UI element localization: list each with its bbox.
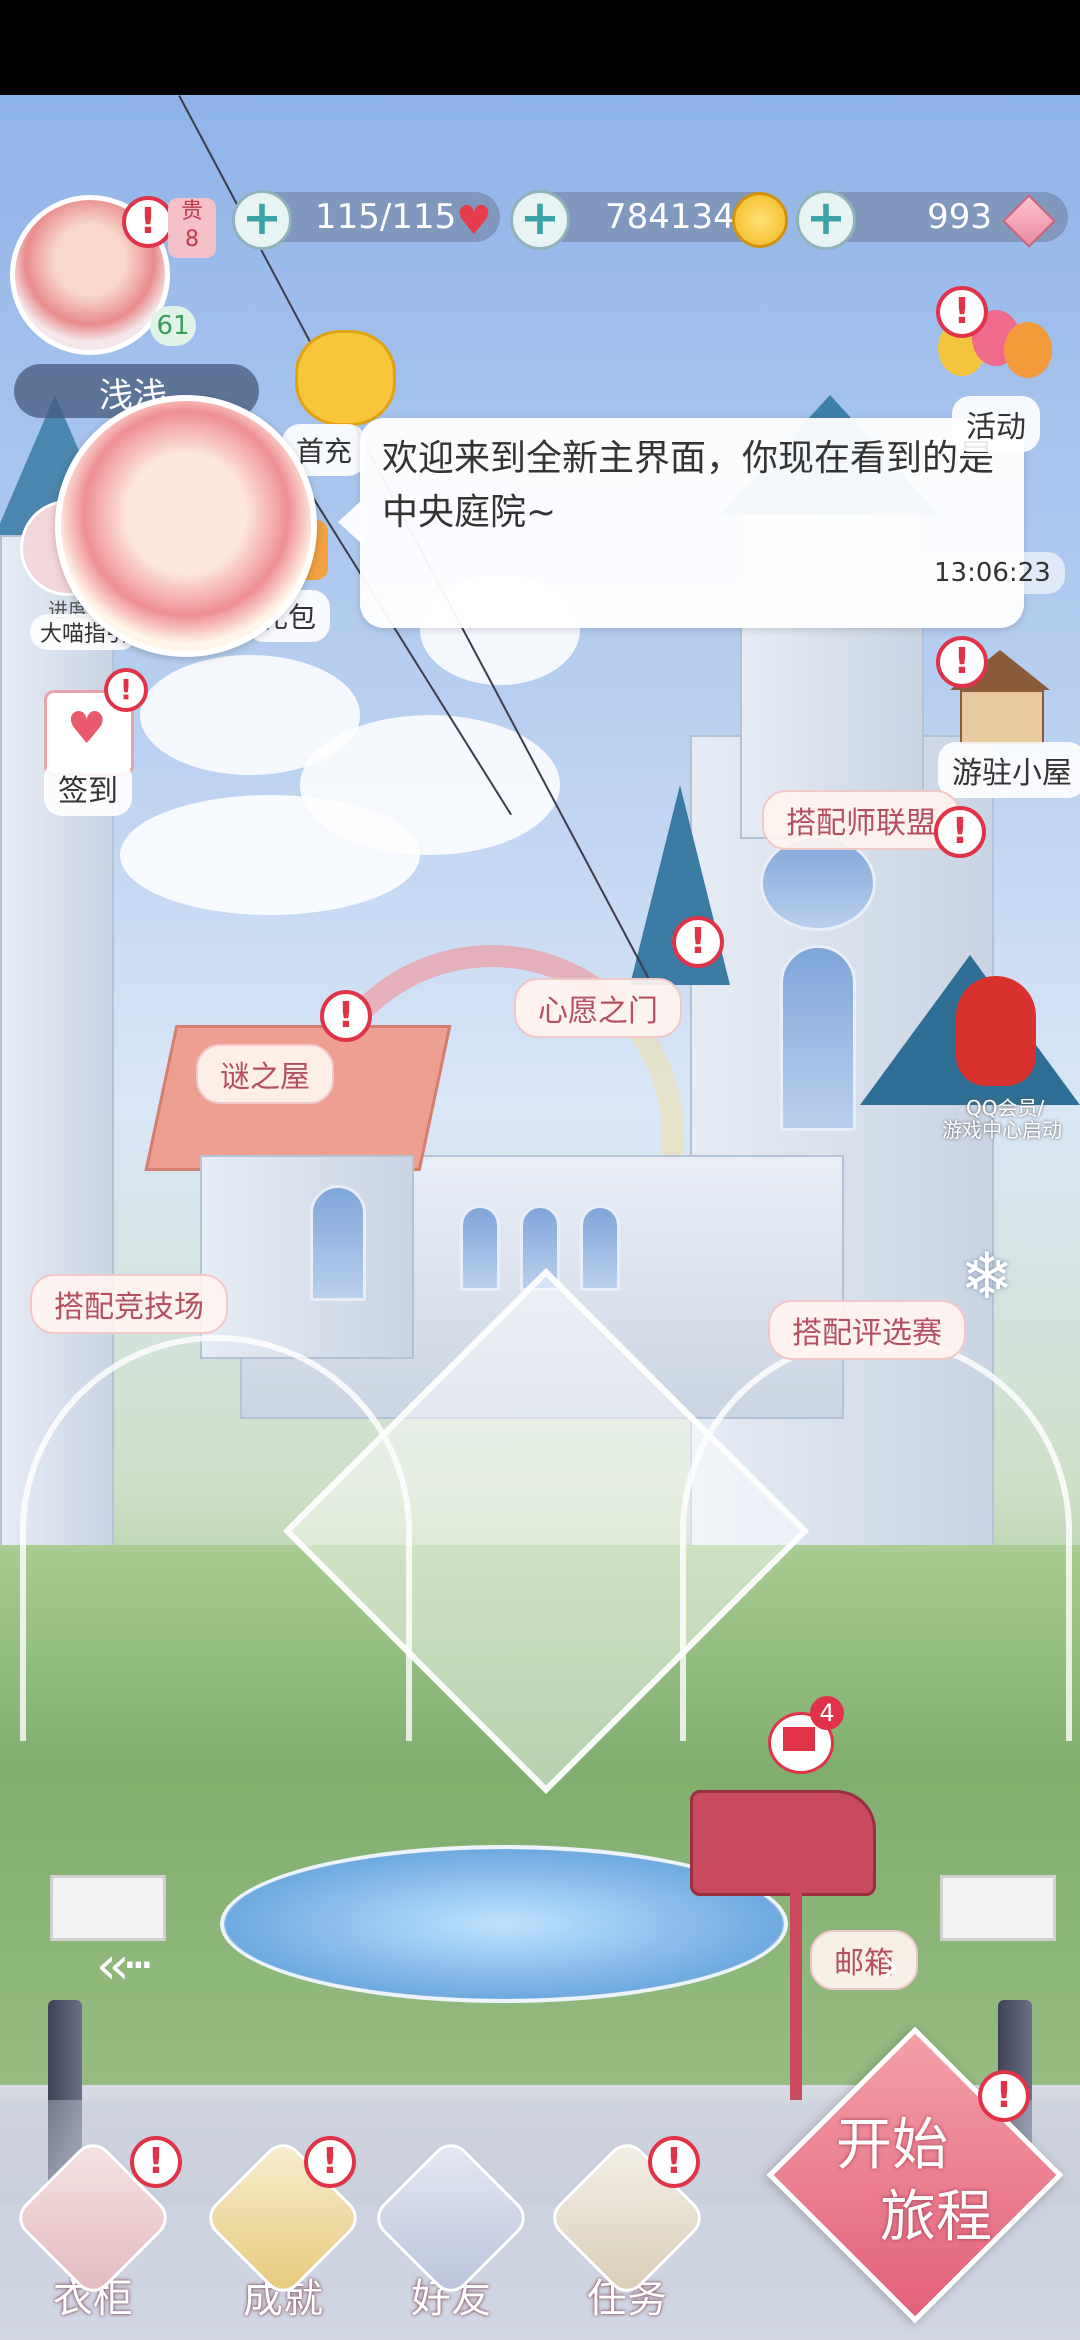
heart-icon: ♥: [456, 198, 492, 244]
scroll-left-chevron-icon[interactable]: ‹‹···: [96, 1936, 155, 1996]
stylist-union-alert-icon: !: [934, 806, 986, 858]
cabin-alert-icon: !: [936, 636, 988, 688]
tasks-alert-icon: !: [648, 2136, 700, 2188]
nav-friends[interactable]: 好友: [368, 2135, 534, 2322]
event-timer: 13:06:23: [920, 552, 1065, 594]
scroll-right-chevron-icon[interactable]: ›: [880, 1936, 901, 1996]
mystery-house-alert-icon: !: [320, 990, 372, 1042]
coin-icon: [732, 192, 788, 248]
signin-label[interactable]: 签到: [44, 760, 132, 816]
avatar-alert-icon: !: [122, 196, 174, 248]
activity-label[interactable]: 活动: [952, 396, 1040, 452]
start-journey-line1: 开始: [836, 2113, 948, 2178]
signin-alert-icon: !: [104, 668, 148, 712]
vip-label: 贵: [180, 199, 203, 224]
start-journey-line2: 旅程: [880, 2185, 992, 2250]
mail-count-badge: 4: [810, 1696, 844, 1730]
achievement-alert-icon: !: [304, 2136, 356, 2188]
vip-level: 8: [185, 227, 199, 252]
start-journey-alert-icon: !: [978, 2070, 1030, 2122]
player-level: 61: [150, 306, 196, 346]
snowflake-icon: ❄: [960, 1240, 1014, 1314]
dialog-bubble[interactable]: 欢迎来到全新主界面，你现在看到的是中央庭院~: [360, 418, 1024, 628]
qq-label-line2: 游戏中心启动: [942, 1118, 1062, 1142]
stamina-value: 115/115: [315, 197, 457, 237]
mailbox[interactable]: [690, 1790, 876, 1896]
selection-sign[interactable]: 搭配评选赛: [768, 1300, 966, 1360]
activity-alert-icon: !: [936, 286, 988, 338]
add-stamina-button[interactable]: +: [232, 190, 292, 250]
guide-avatar: [55, 395, 317, 657]
wish-gate-sign[interactable]: 心愿之门: [514, 978, 682, 1038]
arena-sign[interactable]: 搭配竞技场: [30, 1274, 228, 1334]
qq-penguin-icon[interactable]: [956, 976, 1036, 1086]
wish-gate-alert-icon: !: [672, 916, 724, 968]
gold-value: 784134: [605, 197, 735, 237]
status-bar: [0, 0, 1080, 95]
mailbox-post: [790, 1890, 802, 2100]
add-gold-button[interactable]: +: [510, 190, 570, 250]
add-diamond-button[interactable]: +: [796, 190, 856, 250]
mailbox-sign[interactable]: 邮箱: [810, 1930, 918, 1990]
wardrobe-alert-icon: !: [130, 2136, 182, 2188]
heart-icon: ♥: [67, 703, 107, 754]
vip-badge[interactable]: 贵 8: [168, 198, 216, 258]
dialog-text: 欢迎来到全新主界面，你现在看到的是中央庭院~: [382, 438, 995, 533]
cabin-label[interactable]: 游驻小屋: [938, 742, 1080, 798]
first-recharge-pig-icon[interactable]: [295, 330, 396, 426]
diamond-value: 993: [927, 197, 992, 237]
mystery-house-sign[interactable]: 谜之屋: [196, 1044, 334, 1104]
stylist-union-sign[interactable]: 搭配师联盟: [762, 790, 960, 850]
